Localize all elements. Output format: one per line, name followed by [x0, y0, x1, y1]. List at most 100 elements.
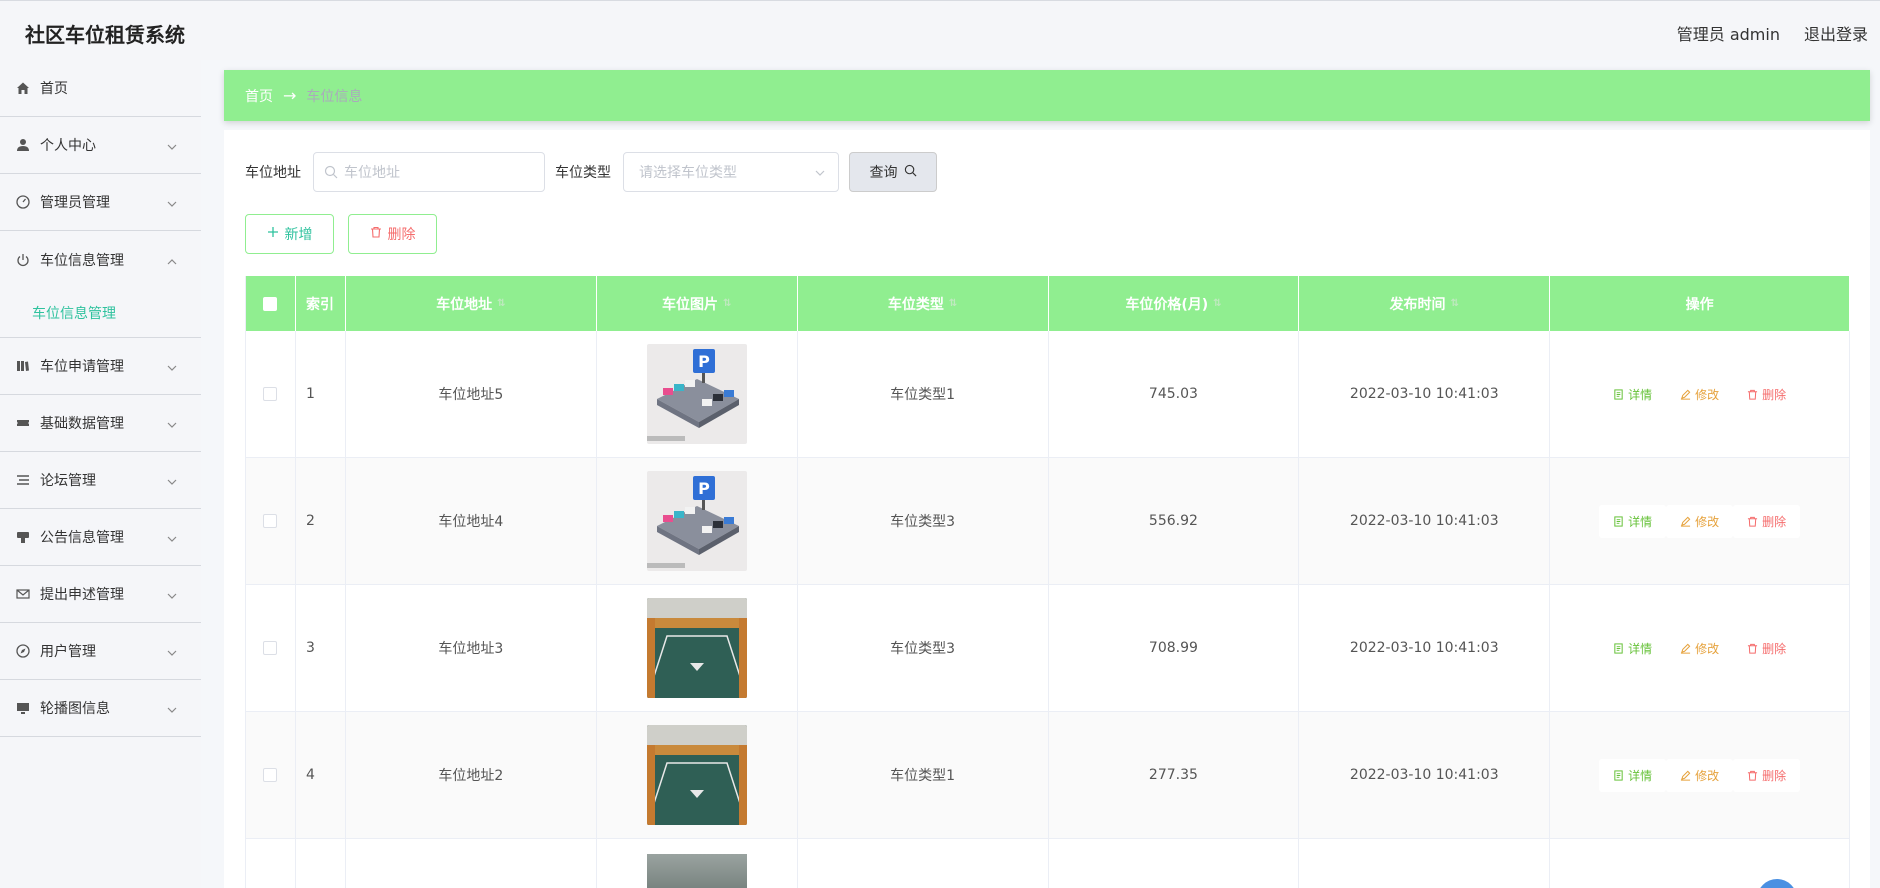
row-checkbox[interactable] [263, 387, 278, 401]
table-row: 2 车位地址4 P 车位类型3 556.92 2022-03-10 10:41:… [246, 458, 1850, 585]
breadcrumb-current: 车位信息 [306, 88, 363, 105]
document-icon [1614, 515, 1623, 527]
document-icon [1614, 642, 1623, 654]
header-checkbox-cell [246, 276, 296, 331]
chevron-down-icon [167, 361, 177, 371]
edit-icon [1680, 643, 1691, 654]
parking-thumbnail[interactable]: P [646, 344, 747, 444]
sidebar: 首页 个人中心 管理员管理 车位信息管理 车位信息管理 车位申请管理 基础数据管… [0, 60, 201, 888]
row-delete-button[interactable]: 删除 [1733, 758, 1801, 792]
top-bar: 社区车位租赁系统 管理员 admin 退出登录 [0, 0, 1880, 60]
trash-icon [1748, 389, 1758, 400]
sidebar-item-basic-data[interactable]: 基础数据管理 [0, 395, 201, 452]
edit-button[interactable]: 修改 [1666, 504, 1734, 538]
chevron-down-icon [167, 703, 177, 713]
type-select[interactable]: 请选择车位类型 [623, 152, 839, 192]
sort-icon[interactable]: ⇅ [497, 298, 505, 309]
chevron-down-icon [167, 532, 177, 542]
logout-link[interactable]: 退出登录 [1804, 21, 1868, 45]
sidebar-item-admin[interactable]: 管理员管理 [0, 174, 201, 231]
header-label: 车位价格(月) [1125, 296, 1209, 313]
sort-icon[interactable]: ⇅ [1213, 298, 1221, 309]
address-search-input[interactable]: 车位地址 [313, 152, 545, 192]
query-button[interactable]: 查询 [849, 152, 937, 192]
header-time[interactable]: 发布时间 ⇅ [1299, 276, 1551, 331]
parking-table: 索引 车位地址 ⇅ 车位图片 ⇅ 车位类型 ⇅ 车位价格(月) ⇅ 发布时间 ⇅ 操作 1… [245, 276, 1850, 888]
cell-ops: 详情 修改 删除 [1550, 712, 1850, 838]
breadcrumb-home[interactable]: 首页 [245, 86, 273, 106]
header-type[interactable]: 车位类型 ⇅ [798, 276, 1049, 331]
cell-price: 277.35 [1049, 712, 1300, 838]
app-title: 社区车位租赁系统 [25, 23, 185, 47]
parking-thumbnail[interactable] [646, 598, 747, 698]
sidebar-item-parking-apply[interactable]: 车位申请管理 [0, 338, 201, 395]
sort-icon[interactable]: ⇅ [723, 298, 731, 309]
detail-button[interactable]: 详情 [1599, 631, 1667, 665]
add-button[interactable]: 新增 [245, 214, 334, 254]
cell-type: 车位类型1 [798, 712, 1049, 838]
parking-thumbnail[interactable] [646, 725, 747, 825]
chevron-down-icon [167, 140, 177, 150]
chevron-down-icon [167, 475, 177, 485]
row-delete-button[interactable]: 删除 [1733, 504, 1801, 538]
sidebar-item-notice[interactable]: 公告信息管理 [0, 509, 201, 566]
mail-icon [16, 587, 30, 601]
sidebar-item-parking-info[interactable]: 车位信息管理 [0, 231, 201, 288]
row-delete-button[interactable]: 删除 [1733, 631, 1801, 665]
parking-illustration-image: P [646, 344, 747, 444]
chevron-down-icon [814, 167, 826, 179]
row-checkbox[interactable] [263, 641, 278, 655]
current-user: 管理员 admin [1676, 25, 1780, 44]
plus-icon [267, 226, 279, 242]
cell-time: 2022-03-10 10:41:03 [1299, 585, 1551, 711]
chevron-down-icon [167, 646, 177, 656]
detail-button[interactable]: 详情 [1599, 377, 1667, 411]
edit-button[interactable]: 修改 [1666, 631, 1734, 665]
cell-address: 车位地址2 [346, 712, 597, 838]
cell-address [346, 839, 597, 888]
batch-delete-button[interactable]: 删除 [348, 214, 437, 254]
detail-button[interactable]: 详情 [1599, 504, 1667, 538]
cell-index: 2 [296, 458, 346, 584]
sidebar-item-forum[interactable]: 论坛管理 [0, 452, 201, 509]
sidebar-item-home[interactable]: 首页 [0, 60, 201, 117]
list-icon [16, 473, 30, 487]
row-delete-button[interactable]: 删除 [1733, 377, 1801, 411]
parking-thumbnail[interactable] [646, 854, 747, 888]
header-address[interactable]: 车位地址 ⇅ [346, 276, 597, 331]
select-all-checkbox[interactable] [263, 296, 278, 311]
edit-icon [1680, 770, 1691, 781]
breadcrumb: 首页 → 车位信息 [224, 70, 1870, 121]
document-icon [1614, 388, 1623, 400]
power-icon [16, 253, 30, 267]
edit-button[interactable]: 修改 [1666, 758, 1734, 792]
sidebar-item-complaint[interactable]: 提出申述管理 [0, 566, 201, 623]
row-checkbox[interactable] [263, 768, 278, 782]
monitor-icon [16, 701, 30, 715]
row-checkbox[interactable] [263, 514, 278, 528]
cell-time: 2022-03-10 10:41:03 [1299, 458, 1551, 584]
header-image[interactable]: 车位图片 ⇅ [597, 276, 798, 331]
sidebar-item-personal-center[interactable]: 个人中心 [0, 117, 201, 174]
sidebar-subitem-parking-info[interactable]: 车位信息管理 [0, 288, 201, 338]
parking-illustration-image: P [646, 471, 747, 571]
sidebar-item-users[interactable]: 用户管理 [0, 623, 201, 680]
edit-button[interactable]: 修改 [1666, 377, 1734, 411]
trash-icon [370, 226, 382, 242]
cell-type: 车位类型1 [798, 331, 1049, 457]
arrow-right-icon: → [283, 86, 297, 105]
cell-type [798, 839, 1049, 888]
detail-label: 详情 [1628, 514, 1653, 529]
sidebar-item-carousel[interactable]: 轮播图信息 [0, 680, 201, 737]
edit-label: 修改 [1695, 641, 1720, 656]
edit-icon [1680, 389, 1691, 400]
detail-button[interactable]: 详情 [1599, 758, 1667, 792]
parking-thumbnail[interactable]: P [646, 471, 747, 571]
document-icon [1614, 769, 1623, 781]
header-price[interactable]: 车位价格(月) ⇅ [1049, 276, 1300, 331]
cell-time [1299, 839, 1551, 888]
sort-icon[interactable]: ⇅ [949, 298, 957, 309]
sort-icon[interactable]: ⇅ [1451, 298, 1459, 309]
delete-label: 删除 [387, 227, 416, 243]
cell-type: 车位类型3 [798, 458, 1049, 584]
